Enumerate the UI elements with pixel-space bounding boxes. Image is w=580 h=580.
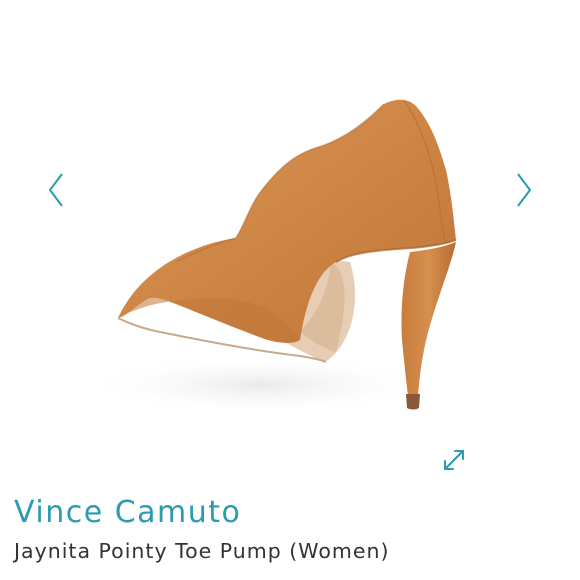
heel-tip [406,394,420,410]
chevron-left-icon[interactable] [42,168,70,212]
product-title: Jaynita Pointy Toe Pump (Women) [14,539,390,563]
chevron-right-icon[interactable] [510,168,538,212]
expand-icon[interactable] [440,446,468,474]
product-card: Vince Camuto Jaynita Pointy Toe Pump (Wo… [0,0,580,580]
floor-shadow [80,355,440,415]
product-image[interactable] [0,0,580,480]
brand-name[interactable]: Vince Camuto [14,498,241,528]
shoe-heel [401,242,456,396]
